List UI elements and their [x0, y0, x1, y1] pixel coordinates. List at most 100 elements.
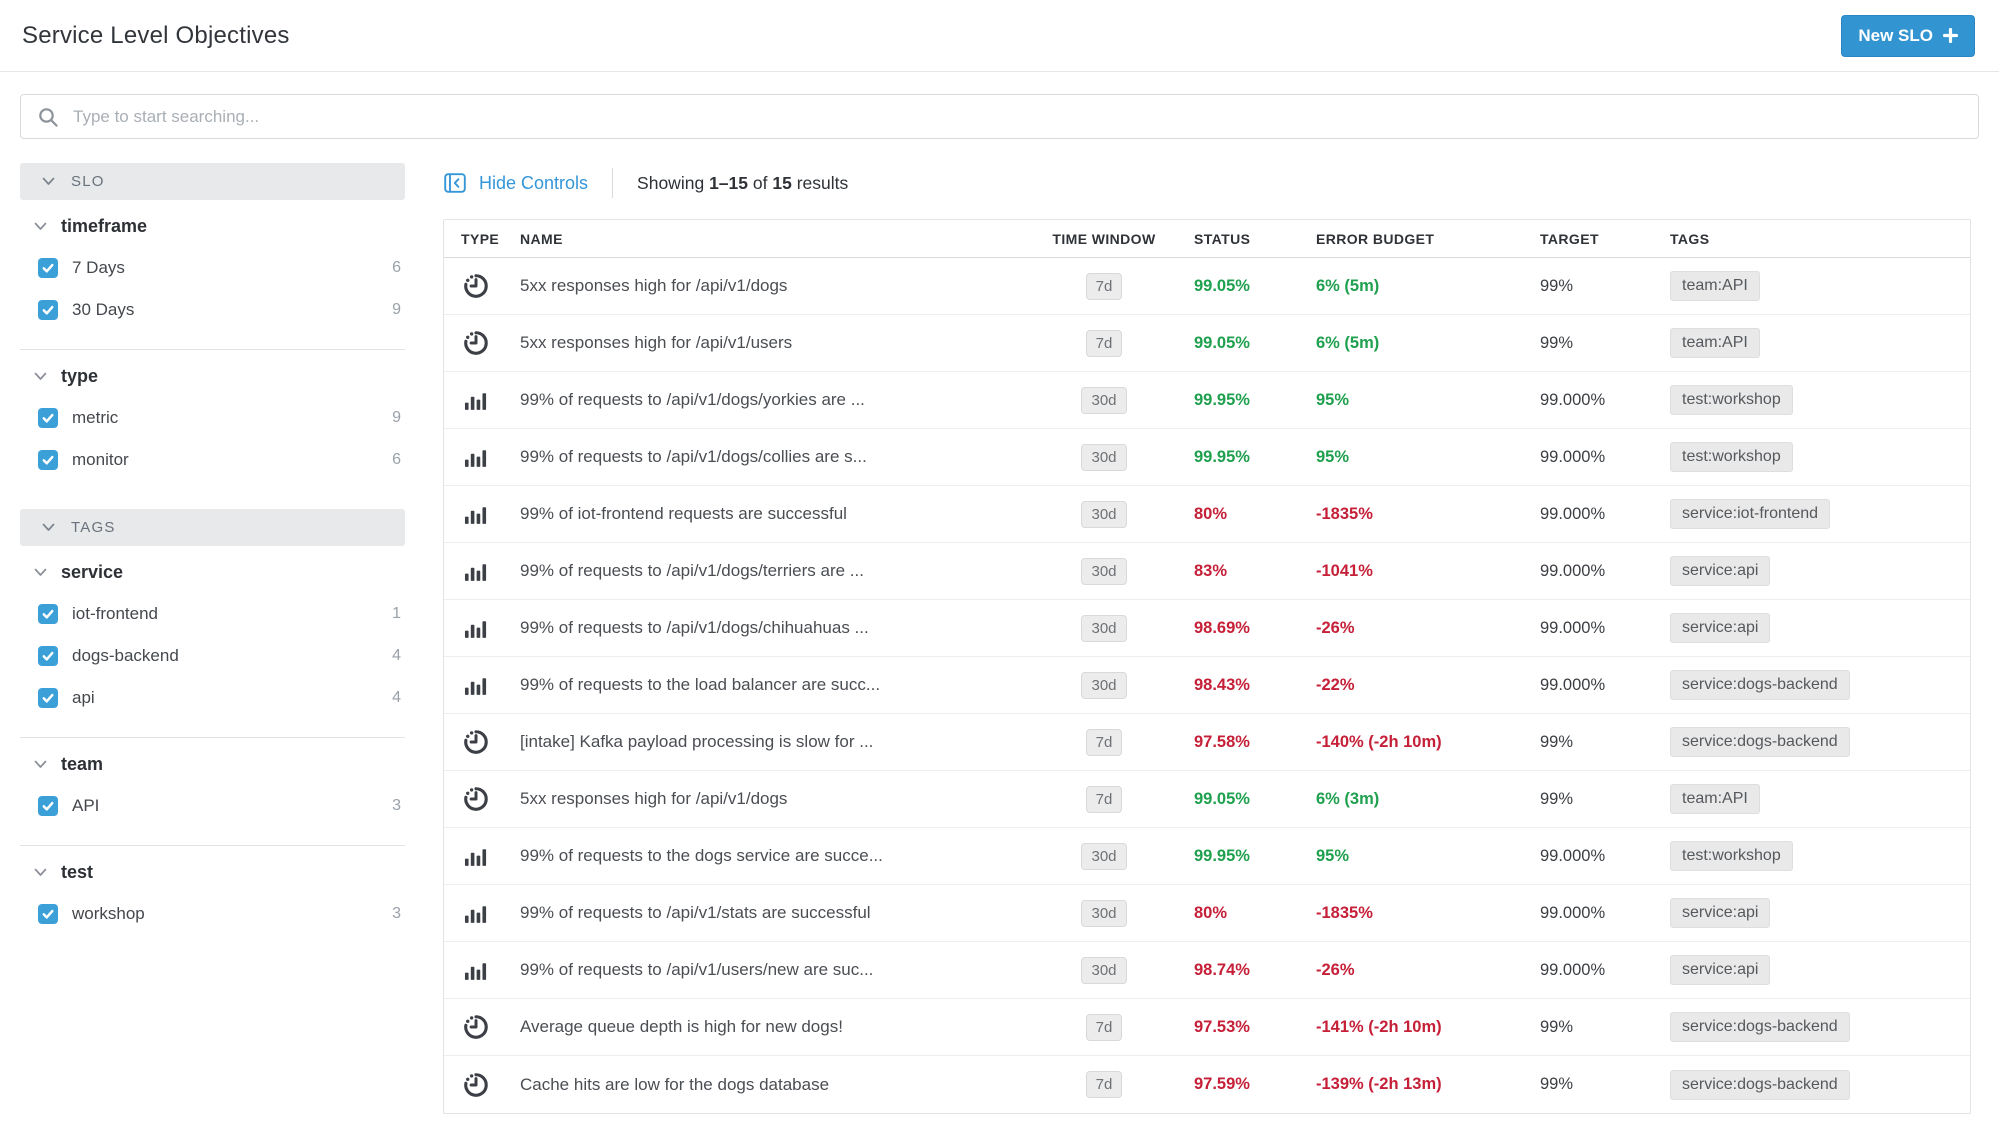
slo-name[interactable]: 99% of requests to the load balancer are… — [520, 675, 1014, 695]
slo-target-value: 99.000% — [1540, 562, 1670, 581]
slo-tag-badge[interactable]: service:api — [1670, 898, 1770, 928]
slo-tag-badge[interactable]: service:dogs-backend — [1670, 1070, 1850, 1100]
column-header-status[interactable]: STATUS — [1194, 231, 1316, 247]
checkbox-checked-icon[interactable] — [38, 604, 58, 624]
facet-item-api[interactable]: API 3 — [34, 785, 405, 827]
facet-item-workshop[interactable]: workshop 3 — [34, 893, 405, 935]
slo-tag-badge[interactable]: team:API — [1670, 784, 1760, 814]
slo-name[interactable]: 99% of requests to /api/v1/dogs/terriers… — [520, 561, 1014, 581]
slo-status-value: 99.95% — [1194, 391, 1316, 410]
slo-tag-badge[interactable]: service:iot-frontend — [1670, 499, 1830, 529]
slo-tag-badge[interactable]: test:workshop — [1670, 385, 1793, 415]
slo-tag-badge[interactable]: service:dogs-backend — [1670, 1012, 1850, 1042]
results-count-text: Showing 1–15 of 15 results — [637, 173, 848, 194]
slo-tag-badge[interactable]: team:API — [1670, 271, 1760, 301]
checkbox-checked-icon[interactable] — [38, 688, 58, 708]
slo-name[interactable]: [intake] Kafka payload processing is slo… — [520, 732, 1014, 752]
slo-table-row[interactable]: Cache hits are low for the dogs database… — [444, 1056, 1970, 1113]
facet-group-header-test[interactable]: test — [34, 862, 405, 883]
metric-type-icon — [461, 899, 489, 927]
facet-item-count: 3 — [392, 905, 401, 923]
slo-name[interactable]: 99% of requests to /api/v1/stats are suc… — [520, 903, 1014, 923]
slo-error-budget-value: -139% (-2h 13m) — [1316, 1075, 1540, 1094]
slo-table-row[interactable]: [intake] Kafka payload processing is slo… — [444, 714, 1970, 771]
facet-section-header-slo[interactable]: SLO — [20, 163, 405, 200]
slo-tag-badge[interactable]: service:api — [1670, 613, 1770, 643]
facet-group-header-service[interactable]: service — [34, 562, 405, 583]
slo-table-row[interactable]: 5xx responses high for /api/v1/dogs 7d 9… — [444, 258, 1970, 315]
slo-tag-badge[interactable]: test:workshop — [1670, 841, 1793, 871]
slo-name[interactable]: 99% of requests to /api/v1/dogs/chihuahu… — [520, 618, 1014, 638]
slo-name[interactable]: 99% of requests to /api/v1/dogs/collies … — [520, 447, 1014, 467]
new-slo-button[interactable]: New SLO — [1841, 15, 1975, 57]
slo-status-value: 99.95% — [1194, 448, 1316, 467]
slo-name[interactable]: 5xx responses high for /api/v1/dogs — [520, 276, 1014, 296]
slo-tag-badge[interactable]: service:api — [1670, 955, 1770, 985]
time-window-badge: 30d — [1081, 672, 1126, 699]
vertical-divider — [612, 168, 613, 198]
facet-group-header-team[interactable]: team — [34, 754, 405, 775]
facet-item-dogs-backend[interactable]: dogs-backend 4 — [34, 635, 405, 677]
slo-table-row[interactable]: 5xx responses high for /api/v1/users 7d … — [444, 315, 1970, 372]
slo-error-budget-value: 6% (3m) — [1316, 790, 1540, 809]
metric-type-icon — [461, 443, 489, 471]
column-header-error-budget[interactable]: ERROR BUDGET — [1316, 231, 1540, 247]
checkbox-checked-icon[interactable] — [38, 796, 58, 816]
slo-table-row[interactable]: 99% of requests to the load balancer are… — [444, 657, 1970, 714]
column-header-type[interactable]: TYPE — [444, 231, 520, 247]
slo-table-row[interactable]: 99% of requests to /api/v1/dogs/collies … — [444, 429, 1970, 486]
time-window-badge: 30d — [1081, 957, 1126, 984]
hide-controls-button[interactable]: Hide Controls — [443, 171, 588, 195]
checkbox-checked-icon[interactable] — [38, 300, 58, 320]
slo-name[interactable]: 5xx responses high for /api/v1/users — [520, 333, 1014, 353]
slo-name[interactable]: Cache hits are low for the dogs database — [520, 1075, 1014, 1095]
column-header-name[interactable]: NAME — [520, 231, 1014, 247]
facet-item-7-days[interactable]: 7 Days 6 — [34, 247, 405, 289]
slo-table-row[interactable]: 99% of requests to /api/v1/stats are suc… — [444, 885, 1970, 942]
facet-item-label: 7 Days — [72, 258, 392, 278]
slo-target-value: 99% — [1540, 277, 1670, 296]
facet-group-header-timeframe[interactable]: timeframe — [34, 216, 405, 237]
checkbox-checked-icon[interactable] — [38, 450, 58, 470]
slo-table-row[interactable]: 99% of requests to /api/v1/users/new are… — [444, 942, 1970, 999]
slo-name[interactable]: 99% of requests to the dogs service are … — [520, 846, 1014, 866]
slo-tag-badge[interactable]: test:workshop — [1670, 442, 1793, 472]
column-header-target[interactable]: TARGET — [1540, 231, 1670, 247]
facet-item-metric[interactable]: metric 9 — [34, 397, 405, 439]
slo-name[interactable]: 99% of requests to /api/v1/dogs/yorkies … — [520, 390, 1014, 410]
slo-table-row[interactable]: 99% of requests to /api/v1/dogs/terriers… — [444, 543, 1970, 600]
slo-tag-badge[interactable]: team:API — [1670, 328, 1760, 358]
slo-table-row[interactable]: Average queue depth is high for new dogs… — [444, 999, 1970, 1056]
slo-tag-badge[interactable]: service:dogs-backend — [1670, 727, 1850, 757]
slo-name[interactable]: Average queue depth is high for new dogs… — [520, 1017, 1014, 1037]
slo-table-row[interactable]: 99% of requests to /api/v1/dogs/yorkies … — [444, 372, 1970, 429]
slo-tag-badge[interactable]: service:dogs-backend — [1670, 670, 1850, 700]
column-header-time-window[interactable]: TIME WINDOW — [1014, 231, 1194, 247]
slo-table-row[interactable]: 99% of requests to the dogs service are … — [444, 828, 1970, 885]
facet-item-iot-frontend[interactable]: iot-frontend 1 — [34, 593, 405, 635]
metric-type-icon — [461, 671, 489, 699]
checkbox-checked-icon[interactable] — [38, 258, 58, 278]
facet-item-30-days[interactable]: 30 Days 9 — [34, 289, 405, 331]
checkbox-checked-icon[interactable] — [38, 408, 58, 428]
slo-name[interactable]: 5xx responses high for /api/v1/dogs — [520, 789, 1014, 809]
slo-table-row[interactable]: 5xx responses high for /api/v1/dogs 7d 9… — [444, 771, 1970, 828]
facet-item-api[interactable]: api 4 — [34, 677, 405, 719]
slo-table-row[interactable]: 99% of requests to /api/v1/dogs/chihuahu… — [444, 600, 1970, 657]
slo-name[interactable]: 99% of requests to /api/v1/users/new are… — [520, 960, 1014, 980]
metric-type-icon — [461, 386, 489, 414]
search-input[interactable] — [21, 95, 1978, 138]
facet-section-header-tags[interactable]: TAGS — [20, 509, 405, 546]
facet-group-header-type[interactable]: type — [34, 366, 405, 387]
facet-group-test: test workshop 3 — [20, 862, 405, 935]
slo-tag-badge[interactable]: service:api — [1670, 556, 1770, 586]
slo-table-row[interactable]: 99% of iot-frontend requests are success… — [444, 486, 1970, 543]
facet-item-monitor[interactable]: monitor 6 — [34, 439, 405, 481]
checkbox-checked-icon[interactable] — [38, 904, 58, 924]
checkbox-checked-icon[interactable] — [38, 646, 58, 666]
column-header-tags[interactable]: TAGS — [1670, 231, 1970, 247]
search-box[interactable] — [20, 94, 1979, 139]
chevron-down-icon — [34, 222, 47, 231]
facet-item-label: API — [72, 796, 392, 816]
slo-name[interactable]: 99% of iot-frontend requests are success… — [520, 504, 1014, 524]
